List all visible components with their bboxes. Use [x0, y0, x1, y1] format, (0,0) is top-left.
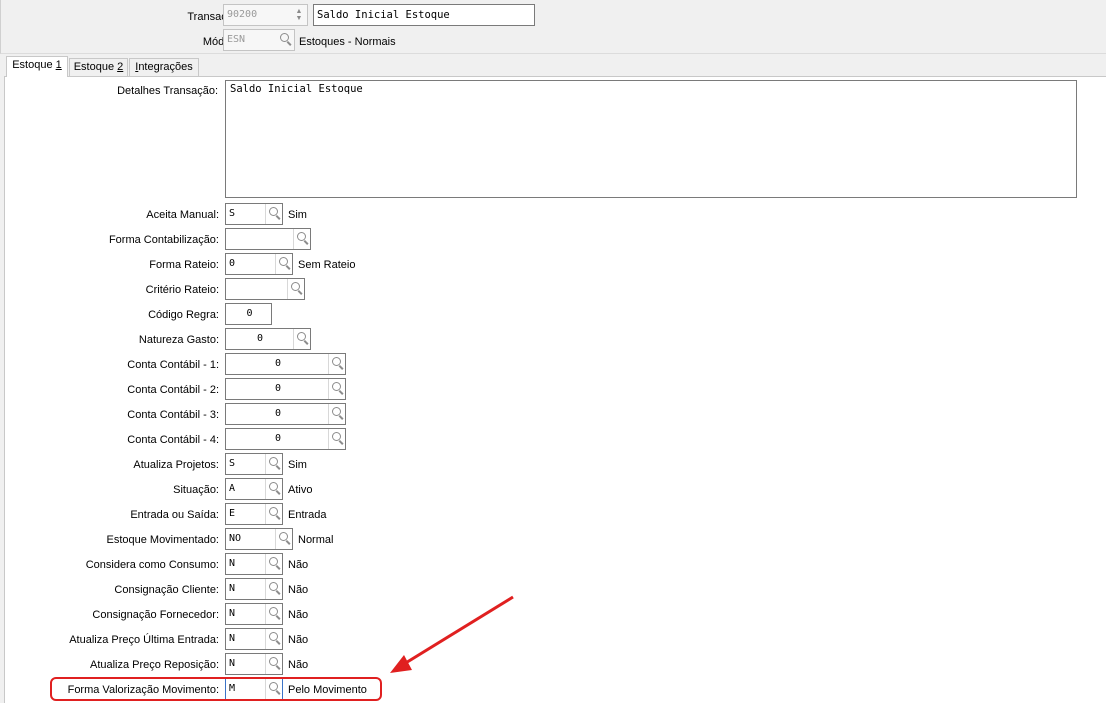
arrow-head: [390, 655, 412, 673]
arrow-annotation: [390, 595, 514, 673]
form-window: Transação: 90200 ▲ ▼ Saldo Inicial Estoqu…: [0, 0, 1106, 703]
tab-accesskey: 1: [55, 59, 62, 71]
tab-estoque-1[interactable]: Estoque 1: [6, 56, 68, 77]
tab-label: Estoque: [12, 59, 56, 71]
arrow-shaft: [403, 595, 514, 666]
